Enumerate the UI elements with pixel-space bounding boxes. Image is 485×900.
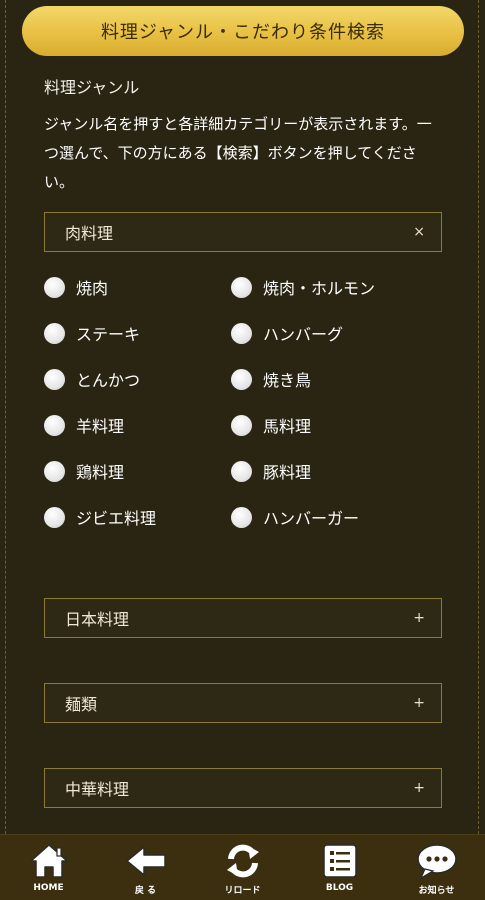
- option-horse[interactable]: 馬料理: [231, 414, 444, 436]
- category-label: 中華料理: [65, 780, 130, 799]
- nav-home-label: HOME: [33, 883, 64, 893]
- option-yakiniku-horumon[interactable]: 焼肉・ホルモン: [231, 276, 444, 298]
- option-gibier[interactable]: ジビエ料理: [44, 506, 231, 528]
- option-yakitori[interactable]: 焼き鳥: [231, 368, 444, 390]
- radio-button[interactable]: [44, 460, 65, 482]
- back-arrow-icon: [124, 841, 168, 881]
- nav-back[interactable]: 戻 る: [101, 841, 191, 896]
- option-label: 焼肉: [76, 279, 109, 298]
- instructions-text: ジャンル名を押すと各詳細カテゴリーが表示されます。一つ選んで、下の方にある【検索…: [44, 115, 432, 191]
- option-hamburg[interactable]: ハンバーグ: [231, 322, 444, 344]
- reload-icon: [221, 841, 265, 881]
- category-japanese[interactable]: 日本料理 +: [44, 598, 442, 638]
- expand-icon: +: [413, 695, 425, 711]
- option-label: 鶏料理: [76, 463, 125, 482]
- radio-button[interactable]: [44, 414, 65, 436]
- nav-reload[interactable]: リロード: [198, 841, 288, 896]
- category-noodles[interactable]: 麺類 +: [44, 683, 442, 723]
- option-label: 馬料理: [263, 417, 312, 436]
- option-yakiniku[interactable]: 焼肉: [44, 276, 231, 298]
- option-label: ジビエ料理: [76, 509, 157, 528]
- radio-button[interactable]: [231, 322, 252, 344]
- option-label: 焼き鳥: [263, 371, 312, 390]
- option-label: ハンバーグ: [263, 325, 344, 344]
- blog-icon: [318, 841, 362, 881]
- radio-button[interactable]: [44, 276, 65, 298]
- option-pork[interactable]: 豚料理: [231, 460, 444, 482]
- radio-button[interactable]: [231, 506, 252, 528]
- section-label: 料理ジャンル: [44, 78, 140, 97]
- nav-blog[interactable]: BLOG: [295, 841, 385, 893]
- category-label: 日本料理: [65, 610, 130, 629]
- category-label: 麺類: [65, 695, 98, 714]
- category-chinese[interactable]: 中華料理 +: [44, 768, 442, 808]
- page-title: 料理ジャンル・こだわり条件検索: [100, 22, 386, 43]
- option-lamb[interactable]: 羊料理: [44, 414, 231, 436]
- category-meat[interactable]: 肉料理 ×: [44, 212, 442, 252]
- option-steak[interactable]: ステーキ: [44, 322, 231, 344]
- content-frame: 料理ジャンル・こだわり条件検索 料理ジャンル ジャンル名を押すと各詳細カテゴリー…: [0, 0, 485, 834]
- page-title-banner: 料理ジャンル・こだわり条件検索: [22, 6, 464, 56]
- option-hamburger[interactable]: ハンバーガー: [231, 506, 444, 528]
- expand-icon: +: [413, 610, 425, 626]
- option-label: 豚料理: [263, 463, 312, 482]
- radio-button[interactable]: [231, 276, 252, 298]
- nav-news-label: お知らせ: [418, 886, 455, 896]
- bottom-navigation: HOME 戻 る リロード BLOG お知らせ: [0, 834, 485, 900]
- radio-button[interactable]: [44, 322, 65, 344]
- radio-button[interactable]: [231, 414, 252, 436]
- category-label: 肉料理: [65, 224, 114, 243]
- option-label: とんかつ: [76, 371, 141, 390]
- meat-options-list: 焼肉 焼肉・ホルモン ステーキ ハンバーグ とんかつ 焼き鳥 羊料理 馬料理 鶏…: [44, 276, 444, 528]
- nav-reload-label: リロード: [224, 886, 261, 896]
- option-chicken[interactable]: 鶏料理: [44, 460, 231, 482]
- nav-home[interactable]: HOME: [4, 841, 94, 893]
- nav-blog-label: BLOG: [325, 883, 354, 893]
- option-label: ステーキ: [76, 325, 141, 344]
- nav-back-label: 戻 る: [134, 886, 157, 896]
- radio-button[interactable]: [44, 506, 65, 528]
- option-tonkatsu[interactable]: とんかつ: [44, 368, 231, 390]
- home-icon: [27, 841, 71, 881]
- expand-icon: +: [413, 780, 425, 796]
- radio-button[interactable]: [44, 368, 65, 390]
- radio-button[interactable]: [231, 368, 252, 390]
- collapse-icon: ×: [413, 224, 425, 240]
- radio-button[interactable]: [231, 460, 252, 482]
- chat-bubble-icon: [415, 841, 459, 881]
- nav-news[interactable]: お知らせ: [392, 841, 482, 896]
- option-label: 焼肉・ホルモン: [263, 279, 376, 298]
- option-label: ハンバーガー: [263, 509, 360, 528]
- option-label: 羊料理: [76, 417, 125, 436]
